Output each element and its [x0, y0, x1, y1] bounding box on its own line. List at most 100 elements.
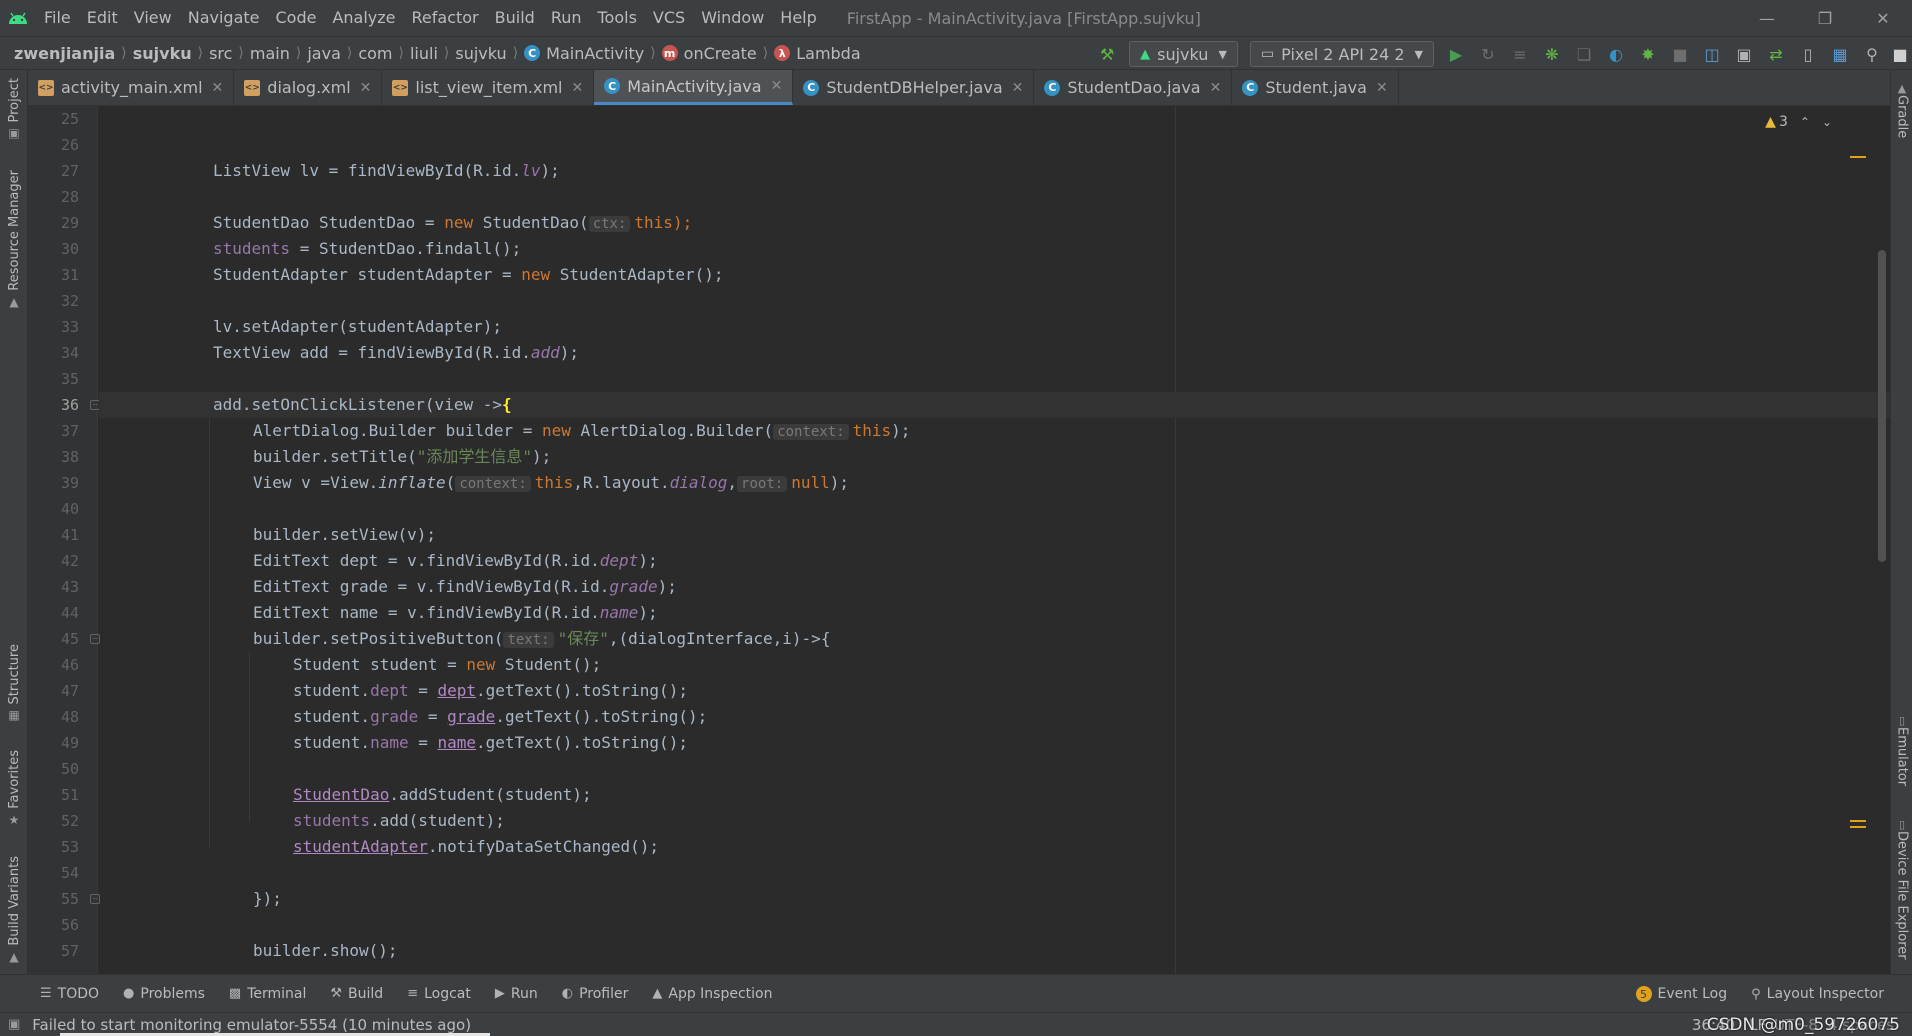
tool-event-log[interactable]: 5 Event Log	[1624, 986, 1740, 1002]
phone-icon: ▭	[1260, 46, 1275, 62]
code-token: name	[437, 733, 477, 752]
tab-activity-main-xml[interactable]: <> activity_main.xml ✕	[28, 70, 235, 105]
previous-highlight-icon[interactable]: ⌃	[1800, 115, 1810, 129]
tab-student-db-helper-java[interactable]: C StudentDBHelper.java ✕	[793, 70, 1035, 105]
profile-icon[interactable]: ◐	[1600, 37, 1632, 71]
crumb-method-label: onCreate	[683, 43, 757, 63]
crumb-class[interactable]: C MainActivity	[524, 44, 644, 63]
sdk-manager-icon[interactable]: ▦	[1824, 37, 1856, 71]
minimize-icon[interactable]: —	[1738, 0, 1796, 36]
close-tab-icon[interactable]: ✕	[771, 78, 783, 94]
menu-analyze[interactable]: Analyze	[324, 0, 403, 36]
gradle-icon: ▲	[1897, 82, 1907, 95]
tool-layout-inspector[interactable]: ⚲ Layout Inspector	[1739, 986, 1896, 1002]
code-token: =	[408, 733, 438, 752]
tool-tab-device-file-explorer[interactable]: ▯ Device File Explorer	[1891, 818, 1912, 960]
tool-logcat[interactable]: ≡ Logcat	[395, 986, 483, 1002]
crumb-src[interactable]: src	[209, 44, 232, 63]
search-icon[interactable]: ⚲	[1856, 37, 1888, 71]
restore-icon[interactable]: ❐	[1796, 0, 1854, 36]
tool-tab-emulator[interactable]: ▯ Emulator	[1891, 714, 1912, 786]
tool-tab-favorites[interactable]: Favorites ★	[0, 750, 28, 827]
close-tab-icon[interactable]: ✕	[1210, 80, 1222, 96]
crumb-project[interactable]: zwenjianjia	[14, 44, 115, 63]
tab-student-java[interactable]: C Student.java ✕	[1232, 70, 1399, 105]
menu-run[interactable]: Run	[543, 0, 590, 36]
tool-tab-project[interactable]: Project ▣	[0, 78, 28, 140]
menu-view[interactable]: View	[126, 0, 180, 36]
crumb-main[interactable]: main	[250, 44, 290, 63]
stop-icon[interactable]: ■	[1664, 37, 1696, 71]
avatar[interactable]: ■	[1888, 37, 1912, 71]
tool-tab-build-variants[interactable]: Build Variants ▲	[0, 856, 28, 964]
tool-build[interactable]: ⚒ Build	[318, 986, 395, 1002]
code-area[interactable]: ListView lv = findViewById(R.id.lv); Stu…	[99, 106, 1890, 974]
line-number: 47	[60, 682, 79, 700]
crumb-package[interactable]: sujvku	[455, 44, 506, 63]
device-select[interactable]: ▭ Pixel 2 API 24 2 ▼	[1249, 41, 1434, 67]
tab-list-view-item-xml[interactable]: <> list_view_item.xml ✕	[382, 70, 595, 105]
menu-edit[interactable]: Edit	[79, 0, 126, 36]
project-structure-icon[interactable]: ◫	[1696, 37, 1728, 71]
menu-navigate[interactable]: Navigate	[180, 0, 268, 36]
warning-stripe-marker[interactable]	[1850, 156, 1866, 158]
line-number-gutter[interactable]: 25 26 27 28 29 30 31 32 33 34 35 36 37 3…	[28, 106, 100, 974]
close-tab-icon[interactable]: ✕	[571, 80, 583, 96]
tab-student-dao-java[interactable]: C StudentDao.java ✕	[1034, 70, 1233, 105]
menu-file[interactable]: File	[36, 0, 79, 36]
close-tab-icon[interactable]: ✕	[1376, 80, 1388, 96]
crumb-com[interactable]: com	[358, 44, 392, 63]
tool-todo[interactable]: ☰ TODO	[28, 986, 111, 1002]
crumb-lambda[interactable]: λ Lambda	[774, 44, 861, 63]
menu-help[interactable]: Help	[772, 0, 824, 36]
menu-refactor[interactable]: Refactor	[404, 0, 487, 36]
tool-app-inspection[interactable]: ▲ App Inspection	[640, 986, 784, 1002]
menu-build[interactable]: Build	[487, 0, 543, 36]
warning-stripe-marker[interactable]	[1850, 826, 1866, 828]
code-token: grade	[447, 707, 496, 726]
debug-bug-icon[interactable]: ❋	[1536, 37, 1568, 71]
tool-run[interactable]: ▶ Run	[483, 986, 550, 1002]
menu-tools[interactable]: Tools	[590, 0, 645, 36]
menu-vcs[interactable]: VCS	[645, 0, 693, 36]
tool-terminal[interactable]: ▩ Terminal	[217, 986, 318, 1002]
device-manager-icon[interactable]: ▯	[1792, 37, 1824, 71]
tool-tab-structure[interactable]: Structure ▦	[0, 644, 28, 722]
make-project-hammer-icon[interactable]: ⚒	[1091, 37, 1123, 71]
close-tab-icon[interactable]: ✕	[1012, 80, 1024, 96]
crumb-module[interactable]: sujvku	[133, 44, 192, 63]
crumb-liuli[interactable]: liuli	[410, 44, 438, 63]
parameter-hint: text:	[503, 632, 554, 648]
run-config-select[interactable]: ▲ sujvku ▼	[1129, 41, 1238, 67]
inspection-widget[interactable]: ▲ 3 ⌃ ⌄	[1765, 114, 1832, 130]
tool-tab-resource-manager[interactable]: Resource Manager ▲	[0, 170, 28, 309]
status-message[interactable]: Failed to start monitoring emulator-5554…	[32, 1016, 471, 1034]
tool-profiler[interactable]: ◐ Profiler	[550, 986, 641, 1002]
tab-main-activity-java[interactable]: C MainActivity.java ✕	[594, 70, 794, 105]
attach-debugger-icon[interactable]: ❏	[1568, 37, 1600, 71]
dropdown-caret-icon: ▼	[1414, 47, 1423, 61]
apply-changes-icon[interactable]: ↻	[1472, 37, 1504, 71]
menu-window[interactable]: Window	[693, 0, 772, 36]
toggle-tool-windows-icon[interactable]: ▣	[8, 1017, 20, 1032]
warning-stripe-marker[interactable]	[1850, 820, 1866, 822]
code-token: ListView lv = findViewById(R.id.	[213, 161, 522, 180]
code-editor[interactable]: 25 26 27 28 29 30 31 32 33 34 35 36 37 3…	[28, 106, 1890, 974]
crumb-java[interactable]: java	[307, 44, 341, 63]
menu-code[interactable]: Code	[268, 0, 325, 36]
vertical-scrollbar[interactable]	[1878, 250, 1886, 562]
close-tab-icon[interactable]: ✕	[212, 80, 224, 96]
tool-problems[interactable]: ● Problems	[111, 986, 217, 1002]
tool-tab-gradle[interactable]: ▲ Gradle	[1891, 82, 1912, 138]
sync-gradle-icon[interactable]: ⇄	[1760, 37, 1792, 71]
crumb-method[interactable]: m onCreate	[661, 43, 757, 63]
avd-manager-icon[interactable]: ▣	[1728, 37, 1760, 71]
next-highlight-icon[interactable]: ⌄	[1822, 115, 1832, 129]
run-play-icon[interactable]: ▶	[1440, 37, 1472, 71]
tab-dialog-xml[interactable]: <> dialog.xml ✕	[234, 70, 383, 105]
code-token: add	[530, 343, 560, 362]
close-tab-icon[interactable]: ✕	[360, 80, 372, 96]
close-window-icon[interactable]: ✕	[1854, 0, 1912, 36]
attach-process-icon[interactable]: ✸	[1632, 37, 1664, 71]
apply-code-changes-icon[interactable]: ≡	[1504, 37, 1536, 71]
